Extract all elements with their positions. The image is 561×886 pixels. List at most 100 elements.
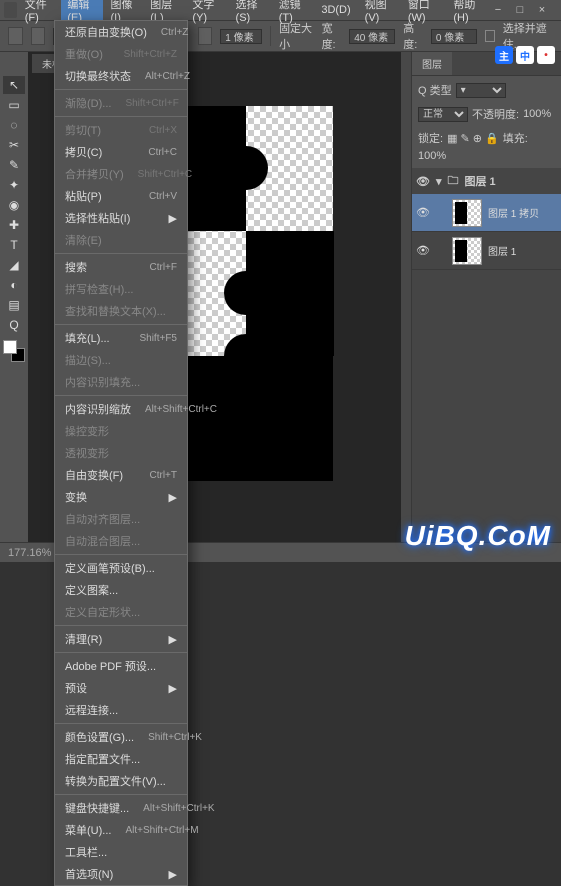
stroke-swatch[interactable]	[198, 27, 213, 45]
kind-select[interactable]: ▾	[456, 83, 506, 98]
fill-opacity-value[interactable]: 100%	[418, 150, 446, 162]
menu-item: 渐隐(D)...Shift+Ctrl+F	[55, 92, 187, 114]
layer-thumbnail[interactable]	[452, 237, 482, 265]
menu-item[interactable]: 切换最终状态Alt+Ctrl+Z	[55, 65, 187, 87]
tool-9[interactable]: ◢	[3, 256, 25, 274]
edit-menu-dropdown: 还原自由变换(O)Ctrl+Z重做(O)Shift+Ctrl+Z切换最终状态Al…	[54, 20, 188, 886]
menu-item[interactable]: 填充(L)...Shift+F5	[55, 327, 187, 349]
tool-1[interactable]: ▭	[3, 96, 25, 114]
menu-item[interactable]: 搜索Ctrl+F	[55, 256, 187, 278]
menu-item[interactable]: 键盘快捷键...Alt+Shift+Ctrl+K	[55, 797, 187, 819]
layer-row[interactable]: 👁 图层 1 拷贝	[412, 194, 561, 232]
visibility-icon[interactable]: 👁	[416, 175, 430, 188]
height-input[interactable]	[431, 29, 477, 44]
menu-item[interactable]: 指定配置文件...	[55, 748, 187, 770]
lock-icons[interactable]: ▦ ✎ ⊕ 🔒	[447, 132, 499, 145]
folder-icon: 🗀	[448, 172, 459, 191]
opacity-value[interactable]: 100%	[523, 108, 551, 120]
menu-7[interactable]: 3D(D)	[315, 2, 356, 18]
menu-item[interactable]: 预设▶	[55, 677, 187, 699]
menu-item[interactable]: 选择性粘贴(I)▶	[55, 207, 187, 229]
shape-icon[interactable]	[31, 27, 46, 45]
layer-group[interactable]: 👁 ▾ 🗀 图层 1	[412, 168, 561, 194]
layer-thumbnail[interactable]	[452, 199, 482, 227]
tool-12[interactable]: Q	[3, 316, 25, 334]
minimize-icon[interactable]: −	[491, 3, 505, 17]
chevron-down-icon[interactable]: ▾	[436, 175, 442, 188]
app-logo	[4, 2, 17, 18]
blend-mode-select[interactable]: 正常	[418, 107, 468, 122]
tool-8[interactable]: T	[3, 236, 25, 254]
menu-item: 操控变形	[55, 420, 187, 442]
menu-item: 自动对齐图层...	[55, 508, 187, 530]
menu-item[interactable]: 定义画笔预设(B)...	[55, 557, 187, 579]
layer-name[interactable]: 图层 1 拷贝	[488, 205, 539, 220]
menu-item: 清除(E)	[55, 229, 187, 251]
tool-0[interactable]: ↖	[3, 76, 25, 94]
menu-item[interactable]: 工具栏...	[55, 841, 187, 863]
menu-item[interactable]: Adobe PDF 预设...	[55, 655, 187, 677]
close-icon[interactable]: ×	[535, 3, 549, 17]
tool-6[interactable]: ◉	[3, 196, 25, 214]
link-checkbox[interactable]	[485, 30, 495, 42]
menu-item: 透视变形	[55, 442, 187, 464]
menu-item[interactable]: 菜单(U)...Alt+Shift+Ctrl+M	[55, 819, 187, 841]
tool-3[interactable]: ✂	[3, 136, 25, 154]
collapsed-panels[interactable]	[401, 52, 411, 542]
menu-item[interactable]: 清理(R)▶	[55, 628, 187, 650]
stroke-width-input[interactable]	[220, 29, 262, 44]
menu-8[interactable]: 视图(V)	[359, 0, 400, 26]
submenu-arrow-icon: ▶	[169, 491, 177, 504]
visibility-icon[interactable]: 👁	[416, 244, 430, 257]
layer-name[interactable]: 图层 1	[488, 243, 516, 258]
menu-5[interactable]: 选择(S)	[230, 0, 271, 26]
fill-opacity-label: 填充:	[503, 130, 528, 146]
menu-item: 描边(S)...	[55, 349, 187, 371]
menu-item: 剪切(T)Ctrl+X	[55, 119, 187, 141]
submenu-arrow-icon: ▶	[169, 682, 177, 695]
menu-item[interactable]: 内容识别缩放Alt+Shift+Ctrl+C	[55, 398, 187, 420]
menu-item[interactable]: 首选项(N)▶	[55, 863, 187, 885]
submenu-arrow-icon: ▶	[169, 868, 177, 881]
group-name[interactable]: 图层 1	[465, 173, 496, 189]
menu-item[interactable]: 颜色设置(G)...Shift+Ctrl+K	[55, 726, 187, 748]
tool-11[interactable]: ▤	[3, 296, 25, 314]
visibility-icon[interactable]: 👁	[416, 206, 430, 219]
badge-2[interactable]: 中	[516, 46, 534, 64]
menu-item: 查找和替换文本(X)...	[55, 300, 187, 322]
width-label: 宽度:	[322, 20, 342, 52]
color-swatches[interactable]	[3, 340, 25, 362]
menu-item[interactable]: 转换为配置文件(V)...	[55, 770, 187, 792]
fixed-size-label: 固定大小	[279, 20, 314, 52]
tool-5[interactable]: ✦	[3, 176, 25, 194]
layers-tab[interactable]: 图层	[412, 52, 452, 75]
menu-10[interactable]: 帮助(H)	[447, 0, 489, 26]
menu-item: 合并拷贝(Y)Shift+Ctrl+C	[55, 163, 187, 185]
menu-item[interactable]: 自由变换(F)Ctrl+T	[55, 464, 187, 486]
menu-item[interactable]: 远程连接...	[55, 699, 187, 721]
menu-item: 定义自定形状...	[55, 601, 187, 623]
submenu-arrow-icon: ▶	[169, 633, 177, 646]
submenu-arrow-icon: ▶	[169, 212, 177, 225]
menu-item[interactable]: 粘贴(P)Ctrl+V	[55, 185, 187, 207]
menu-4[interactable]: 文字(Y)	[186, 0, 227, 26]
tool-2[interactable]: ◌	[3, 116, 25, 134]
tool-4[interactable]: ✎	[3, 156, 25, 174]
tool-10[interactable]: ◐	[3, 276, 25, 294]
menu-item[interactable]: 还原自由变换(O)Ctrl+Z	[55, 21, 187, 43]
menu-item[interactable]: 定义图案...	[55, 579, 187, 601]
layer-list: 👁 ▾ 🗀 图层 1 👁 图层 1 拷贝 👁 图层 1	[412, 168, 561, 542]
menu-item[interactable]: 拷贝(C)Ctrl+C	[55, 141, 187, 163]
badge-3[interactable]: •	[537, 46, 555, 64]
menu-item: 自动混合图层...	[55, 530, 187, 552]
zoom-level[interactable]: 177.16%	[8, 547, 51, 559]
layer-row[interactable]: 👁 图层 1	[412, 232, 561, 270]
tool-7[interactable]: ✚	[3, 216, 25, 234]
width-input[interactable]	[349, 29, 395, 44]
menu-item[interactable]: 变换▶	[55, 486, 187, 508]
maximize-icon[interactable]: □	[513, 3, 527, 17]
tool-preset-icon[interactable]	[8, 27, 23, 45]
badge-1[interactable]: 主	[495, 46, 513, 64]
menu-item: 重做(O)Shift+Ctrl+Z	[55, 43, 187, 65]
ime-badges: 主 中 •	[495, 46, 555, 64]
